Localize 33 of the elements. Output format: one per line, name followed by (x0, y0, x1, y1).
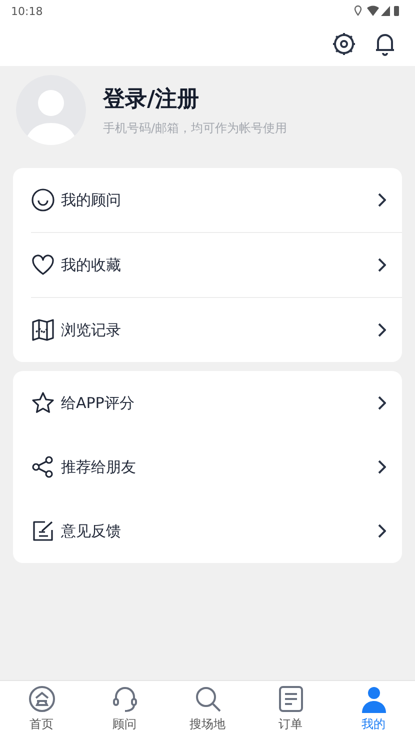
heart-icon (31, 253, 55, 277)
home-badge-icon (28, 685, 56, 713)
tab[interactable]: 订单 (249, 681, 332, 737)
login-register-link[interactable]: 登录/注册 (103, 84, 288, 114)
menu-item[interactable]: 给APP评分 (31, 371, 402, 435)
status-time: 10:18 (11, 4, 43, 18)
person-icon (360, 685, 388, 713)
chevron-right-icon (378, 396, 386, 410)
notification-bell-icon[interactable] (374, 32, 396, 56)
share-icon (31, 455, 55, 479)
map-icon (31, 318, 55, 342)
menu-item[interactable]: 我的收藏 (31, 233, 402, 298)
menu-item[interactable]: 推荐给朋友 (31, 435, 402, 499)
tab[interactable]: 搜场地 (166, 681, 249, 737)
chevron-right-icon (378, 193, 386, 207)
search-icon (194, 685, 222, 713)
smile-icon (31, 188, 55, 212)
menu-item[interactable]: 浏览记录 (31, 298, 402, 362)
edit-icon (31, 519, 55, 543)
login-hint: 手机号码/邮箱，均可作为帐号使用 (103, 120, 288, 136)
menu-item[interactable]: 意见反馈 (31, 499, 402, 563)
chevron-right-icon (378, 323, 386, 337)
chevron-right-icon (378, 258, 386, 272)
tab[interactable]: 首页 (0, 681, 83, 737)
star-icon (31, 391, 55, 415)
tab[interactable]: 我的 (332, 681, 415, 737)
settings-icon[interactable] (332, 32, 356, 56)
chevron-right-icon (378, 524, 386, 538)
chevron-right-icon (378, 460, 386, 474)
document-icon (276, 685, 304, 713)
headset-icon (110, 685, 138, 713)
menu-item[interactable]: 我的顾问 (31, 168, 402, 233)
tab[interactable]: 顾问 (83, 681, 166, 737)
